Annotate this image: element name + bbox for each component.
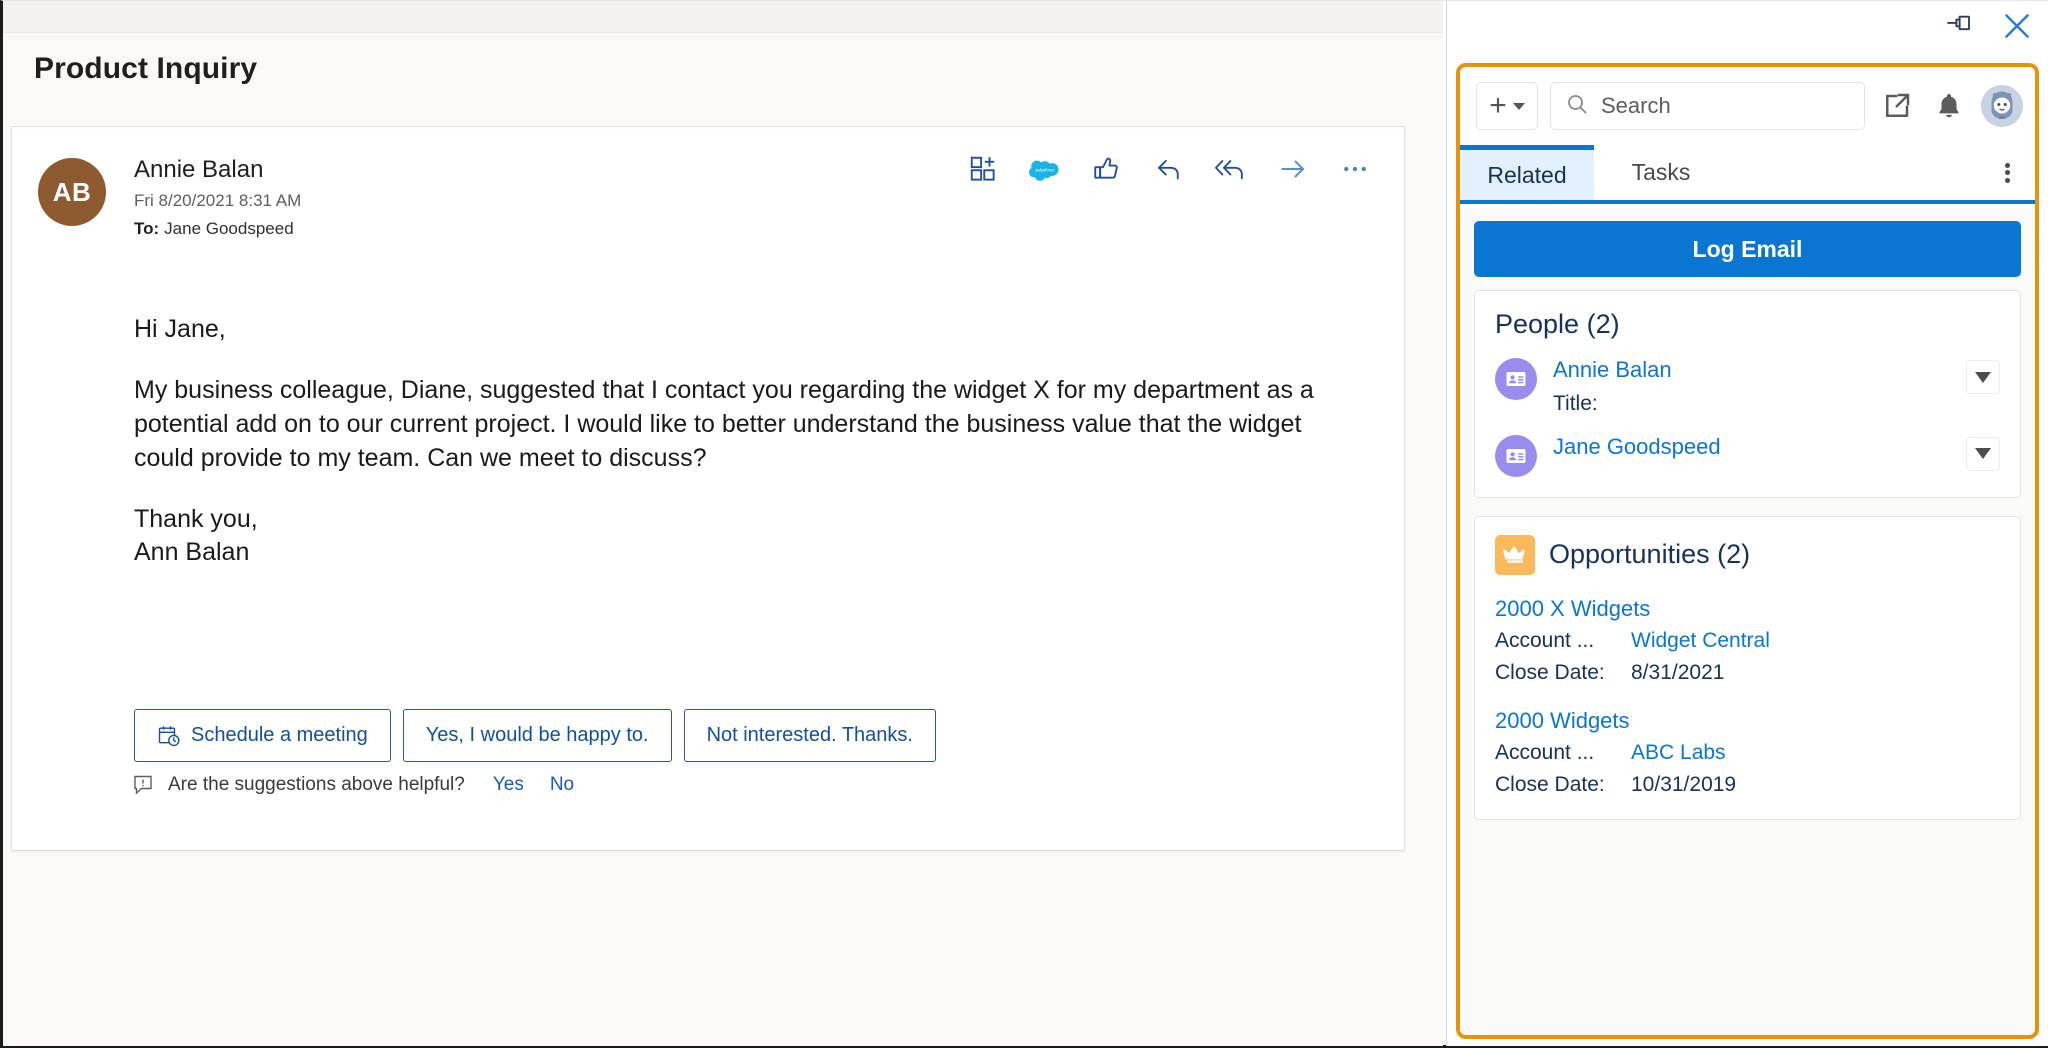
plus-icon: + [1489, 91, 1507, 121]
email-greeting: Hi Jane, [134, 312, 1314, 346]
suggestion-label: Yes, I would be happy to. [426, 724, 649, 747]
notifications-bell-icon[interactable] [1929, 86, 1969, 126]
chevron-down-icon [1513, 103, 1525, 110]
salesforce-highlighted-region: + Search [1456, 63, 2039, 1039]
reply-icon[interactable] [1152, 152, 1186, 186]
suggestion-label: Not interested. Thanks. [707, 724, 913, 747]
tab-tasks[interactable]: Tasks [1594, 145, 1728, 200]
tab-label: Related [1487, 162, 1566, 189]
app-window: Product Inquiry AB Annie Balan Fri 8/20/… [0, 0, 2048, 1048]
feedback-comment-icon [132, 773, 156, 797]
contact-name-link[interactable]: Annie Balan [1553, 357, 1966, 383]
more-options-icon[interactable] [1338, 152, 1372, 186]
mail-reading-pane: Product Inquiry AB Annie Balan Fri 8/20/… [3, 1, 1443, 1046]
opportunity-name-link[interactable]: 2000 X Widgets [1495, 595, 2000, 623]
list-item: Jane Goodspeed [1495, 434, 2000, 477]
tab-label: Tasks [1632, 159, 1691, 186]
tab-related[interactable]: Related [1460, 145, 1594, 200]
feedback-yes-link[interactable]: Yes [493, 774, 524, 796]
search-input[interactable]: Search [1550, 82, 1865, 130]
list-item: 2000 X Widgets Account ... Widget Centra… [1495, 595, 2000, 687]
feedback-no-link[interactable]: No [550, 774, 574, 796]
salesforce-cloud-icon[interactable]: salesforce [1028, 152, 1062, 186]
salesforce-tab-bar: Related Tasks [1460, 145, 2035, 204]
log-email-button[interactable]: Log Email [1474, 221, 2021, 277]
suggestion-schedule-meeting[interactable]: Schedule a meeting [134, 709, 391, 762]
salesforce-panel: + Search [1446, 1, 2048, 1046]
list-item: Annie Balan Title: [1495, 357, 2000, 417]
sender-timestamp: Fri 8/20/2021 8:31 AM [134, 190, 301, 211]
suggestion-label: Schedule a meeting [191, 724, 368, 747]
account-label: Account ... [1495, 628, 1631, 654]
avatar: AB [38, 158, 106, 226]
popout-icon[interactable] [1877, 86, 1917, 126]
expand-contact-button[interactable] [1966, 437, 2000, 471]
add-apps-icon[interactable] [966, 152, 1000, 186]
forward-arrow-icon[interactable] [1276, 152, 1310, 186]
opportunities-card-title: Opportunities (2) [1549, 539, 1750, 570]
opportunity-close-date-row: Close Date: 10/31/2019 [1495, 772, 2000, 798]
reply-all-icon[interactable] [1214, 152, 1248, 186]
contact-info: Jane Goodspeed [1553, 434, 1966, 460]
salesforce-content: Log Email People (2) [1460, 208, 2035, 1039]
close-icon[interactable] [2000, 9, 2034, 43]
account-label: Account ... [1495, 740, 1631, 766]
email-body: Hi Jane, My business colleague, Diane, s… [134, 312, 1314, 569]
suggestion-feedback-row: Are the suggestions above helpful? Yes N… [132, 773, 574, 797]
feedback-question: Are the suggestions above helpful? [168, 774, 465, 796]
opportunity-account-row: Account ... Widget Central [1495, 628, 2000, 654]
email-sender-block: Annie Balan Fri 8/20/2021 8:31 AM To: Jan… [134, 155, 301, 240]
contact-name-link[interactable]: Jane Goodspeed [1553, 434, 1966, 460]
close-date-value: 10/31/2019 [1631, 772, 1736, 798]
opportunity-account-row: Account ... ABC Labs [1495, 740, 2000, 766]
svg-text:salesforce: salesforce [1035, 168, 1055, 173]
contact-title-label: Title: [1553, 391, 1966, 416]
email-message-card: AB Annie Balan Fri 8/20/2021 8:31 AM To:… [11, 126, 1405, 851]
opportunity-name-link[interactable]: 2000 Widgets [1495, 707, 2000, 735]
suggestion-not-interested[interactable]: Not interested. Thanks. [684, 709, 936, 762]
contact-info: Annie Balan Title: [1553, 357, 1966, 417]
pin-icon[interactable] [1942, 9, 1976, 43]
close-date-label: Close Date: [1495, 772, 1631, 798]
people-card: People (2) [1474, 290, 2021, 498]
suggestion-yes-happy[interactable]: Yes, I would be happy to. [403, 709, 672, 762]
close-date-label: Close Date: [1495, 660, 1631, 686]
list-item: 2000 Widgets Account ... ABC Labs Close … [1495, 707, 2000, 799]
opportunities-card-header: Opportunities (2) [1495, 535, 2000, 575]
astro-avatar[interactable] [1981, 85, 2023, 127]
recipient-line: To: Jane Goodspeed [134, 218, 301, 239]
suggested-replies: Schedule a meeting Yes, I would be happy… [134, 709, 936, 762]
search-icon [1565, 92, 1589, 121]
salesforce-toolbar: + Search [1460, 67, 2035, 145]
create-new-button[interactable]: + [1476, 82, 1538, 130]
people-card-title: People (2) [1495, 309, 2000, 340]
crown-icon [1495, 535, 1535, 575]
tab-overflow-menu-icon[interactable] [1979, 145, 2035, 200]
email-action-toolbar: salesforce [966, 152, 1372, 186]
to-label: To: [134, 219, 159, 238]
email-closing: Thank you, [134, 502, 1314, 536]
thumbs-up-icon[interactable] [1090, 152, 1124, 186]
sender-name: Annie Balan [134, 155, 301, 185]
search-placeholder: Search [1601, 93, 1671, 119]
calendar-clock-icon [157, 724, 181, 748]
opportunities-card: Opportunities (2) 2000 X Widgets Account… [1474, 516, 2021, 820]
opportunity-close-date-row: Close Date: 8/31/2021 [1495, 660, 2000, 686]
to-value: Jane Goodspeed [164, 219, 294, 238]
email-paragraph: My business colleague, Diane, suggested … [134, 373, 1314, 475]
close-date-value: 8/31/2021 [1631, 660, 1724, 686]
expand-contact-button[interactable] [1966, 360, 2000, 394]
page-title: Product Inquiry [34, 52, 257, 86]
mail-top-strip [3, 1, 1443, 33]
contact-icon [1495, 435, 1537, 477]
account-value-link[interactable]: Widget Central [1631, 628, 1770, 654]
account-value-link[interactable]: ABC Labs [1631, 740, 1726, 766]
contact-icon [1495, 358, 1537, 400]
panel-window-controls [1942, 9, 2034, 43]
email-signature: Ann Balan [134, 535, 1314, 569]
